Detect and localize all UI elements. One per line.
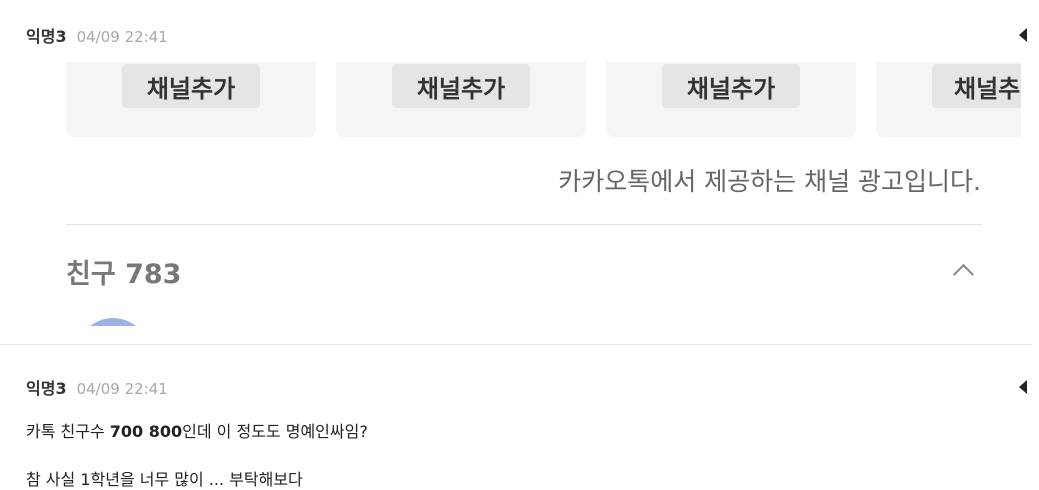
channel-add-button: 채널추가 bbox=[122, 64, 260, 108]
divider bbox=[66, 224, 982, 225]
comment-author[interactable]: 익명3 bbox=[26, 375, 67, 399]
friends-count-label: 친구 783 bbox=[66, 259, 182, 290]
channel-card: 채널추가 bbox=[336, 62, 586, 137]
comment-text-bold: 700 800 bbox=[109, 422, 183, 441]
comment-author[interactable]: 익명3 bbox=[26, 23, 67, 47]
comment-separator bbox=[0, 344, 1032, 345]
channel-card: 채널추가 bbox=[606, 62, 856, 137]
comment-text-part: 카톡 친구수 bbox=[26, 422, 110, 441]
comment-time: 04/09 22:41 bbox=[76, 380, 168, 398]
embedded-screenshot: 채널추가 채널추가 채널추가 채널추 카카오톡에서 제공하는 채널 광고입니다.… bbox=[26, 62, 1021, 326]
comment-body: 카톡 친구수 700 800인데 이 정도도 명예인싸임? bbox=[26, 418, 368, 442]
channel-add-button: 채널추가 bbox=[392, 64, 530, 108]
channel-ad-notice: 카카오톡에서 제공하는 채널 광고입니다. bbox=[558, 167, 981, 196]
more-options-icon[interactable] bbox=[1019, 28, 1027, 42]
more-options-icon[interactable] bbox=[1019, 380, 1027, 394]
channel-add-button: 채널추가 bbox=[662, 64, 800, 108]
comment-header: 익명3 04/09 22:41 bbox=[26, 23, 168, 46]
channel-add-button: 채널추 bbox=[932, 64, 1021, 108]
channel-card: 채널추 bbox=[876, 62, 1021, 137]
comment-header: 익명3 04/09 22:41 bbox=[26, 375, 168, 398]
comment-body-next-line: 참 사실 1학년을 너무 많이 ... 부탁해보다 bbox=[26, 470, 303, 489]
comment-time: 04/09 22:41 bbox=[76, 28, 168, 46]
channel-card: 채널추가 bbox=[66, 62, 316, 137]
comment-text-part: 인데 이 정도도 명예인싸임? bbox=[182, 422, 368, 441]
chevron-up-icon bbox=[952, 263, 975, 286]
avatar bbox=[76, 318, 150, 326]
